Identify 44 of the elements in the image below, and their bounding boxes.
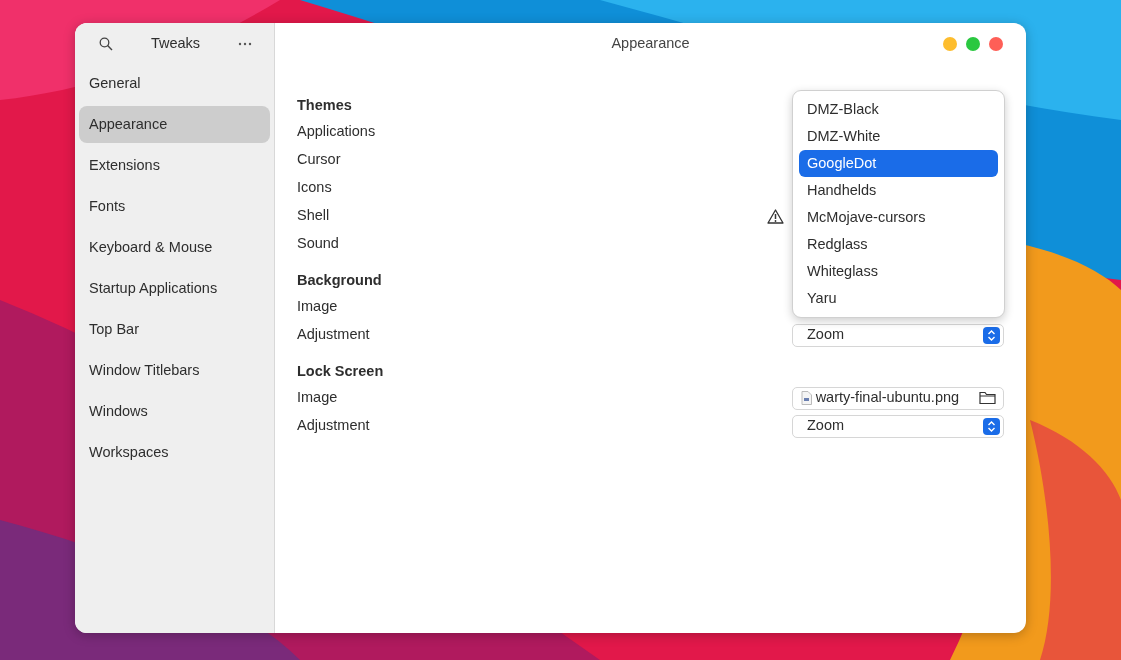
spinner-icon (983, 326, 1000, 344)
file-chooser[interactable]: warty-final-ubuntu.png (792, 386, 1004, 410)
window-title: Appearance (611, 34, 690, 54)
minimize-icon[interactable] (943, 37, 957, 51)
sidebar-item[interactable]: General (79, 65, 270, 102)
search-icon[interactable] (99, 37, 113, 51)
folder-icon (979, 391, 996, 405)
menu-item[interactable]: McMojave-cursors (799, 204, 998, 231)
sidebar-item[interactable]: Startup Applications (79, 270, 270, 307)
setting-label: Cursor (297, 150, 341, 170)
sidebar-item[interactable]: Window Titlebars (79, 352, 270, 389)
sidebar-title: Tweaks (150, 34, 201, 54)
menu-item[interactable]: DMZ-Black (799, 96, 998, 123)
more-icon[interactable] (238, 42, 252, 46)
setting-label: Image (297, 388, 338, 408)
dropdown[interactable]: Zoom (792, 323, 1004, 347)
image-file-icon (801, 391, 812, 405)
sidebar-item[interactable]: Windows (79, 393, 270, 430)
sidebar-item[interactable]: Top Bar (79, 311, 270, 348)
menu-item[interactable]: Whiteglass (799, 258, 998, 285)
sidebar-item[interactable]: Appearance (79, 106, 270, 143)
setting-label: Applications (297, 122, 376, 142)
setting-label: Sound (297, 234, 339, 254)
sidebar-item[interactable]: Extensions (79, 147, 270, 184)
spinner-icon (983, 417, 1000, 435)
setting-label: Icons (297, 178, 332, 198)
setting-label: Adjustment (297, 325, 370, 345)
section-heading: Lock Screen (297, 362, 384, 382)
section-heading: Background (297, 271, 382, 291)
menu-item[interactable]: Yaru (799, 285, 998, 312)
menu-item[interactable]: Handhelds (799, 177, 998, 204)
sidebar-item[interactable]: Keyboard & Mouse (79, 229, 270, 266)
setting-label: Adjustment (297, 416, 370, 436)
close-icon[interactable] (989, 37, 1003, 51)
dropdown[interactable]: Zoom (792, 414, 1004, 438)
sidebar-item[interactable]: Workspaces (79, 434, 270, 471)
maximize-icon[interactable] (966, 37, 980, 51)
sidebar-item[interactable]: Fonts (79, 188, 270, 225)
menu-item[interactable]: GoogleDot (799, 150, 998, 177)
menu-item[interactable]: Redglass (799, 231, 998, 258)
setting-label: Shell (297, 206, 330, 226)
section-heading: Themes (297, 96, 352, 116)
setting-label: Image (297, 297, 338, 317)
menu-item[interactable]: DMZ-White (799, 123, 998, 150)
